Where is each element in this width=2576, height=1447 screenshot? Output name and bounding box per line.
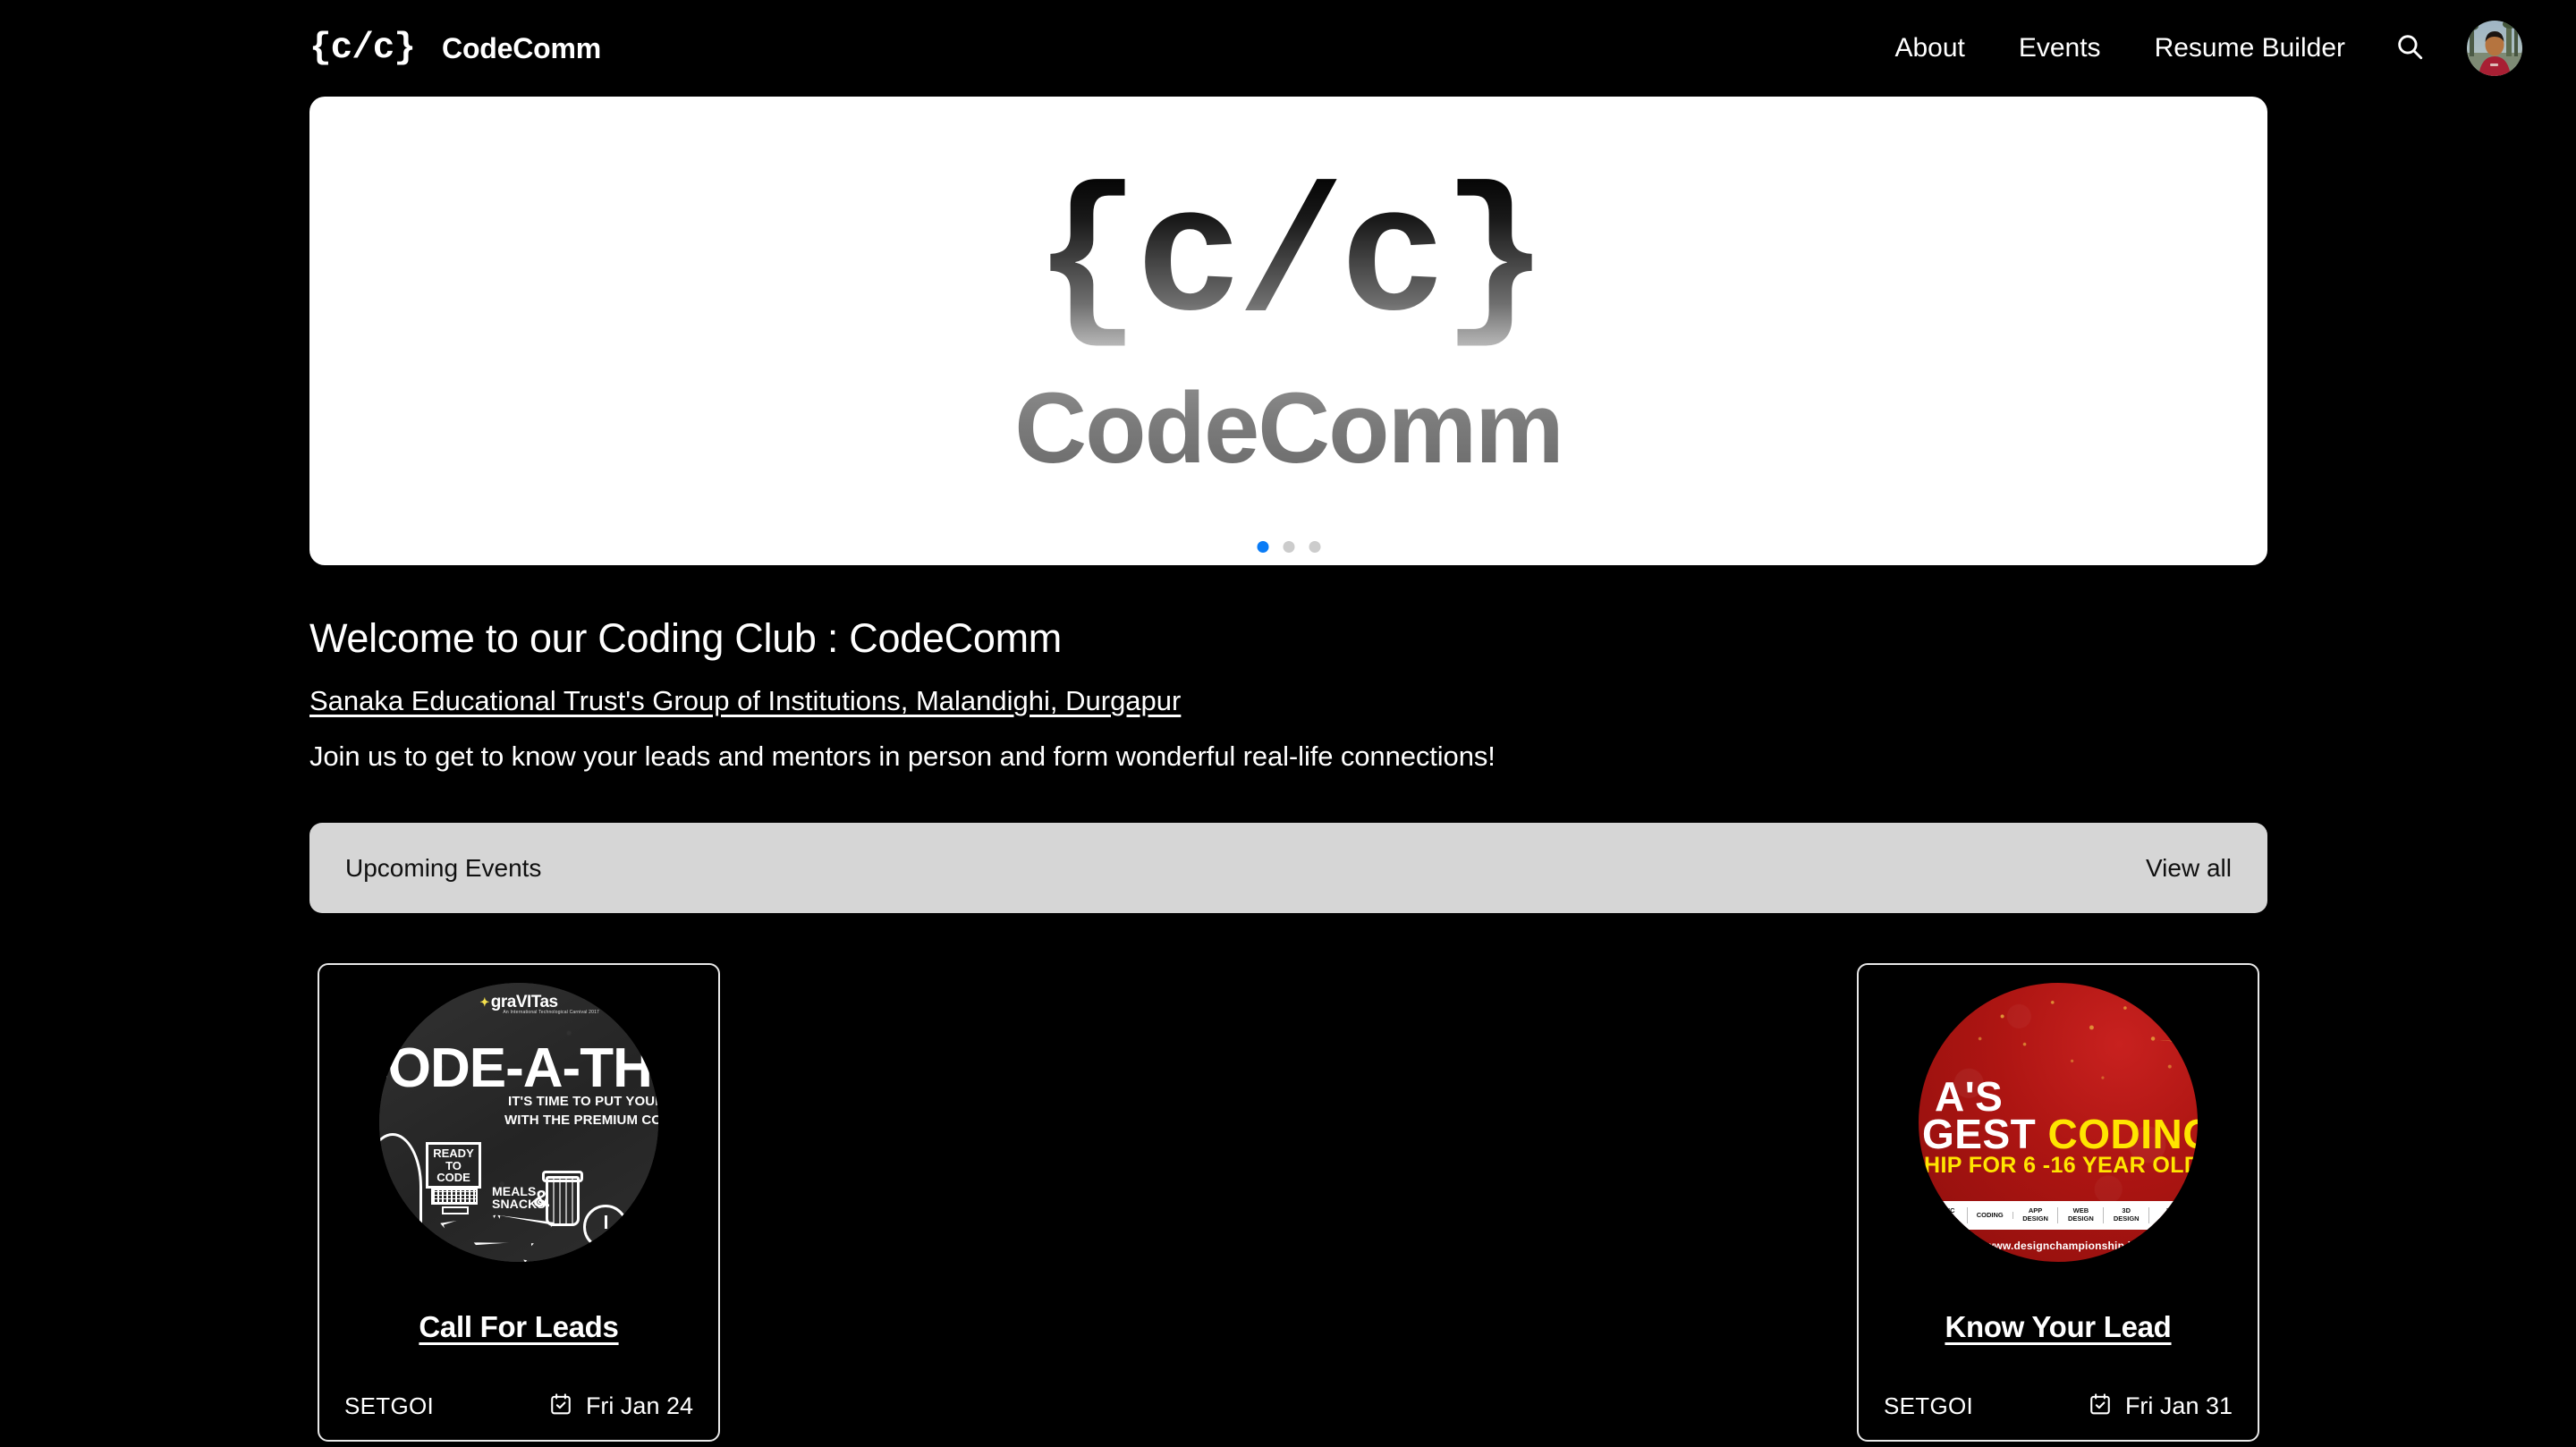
poster-category: CODING: [1968, 1211, 2013, 1220]
poster-brand-sub: An International Technological Carnival …: [503, 1010, 600, 1015]
hero-logo-text: {c/c}: [1033, 160, 1548, 364]
calendar-check-icon: [549, 1392, 572, 1420]
poster-line-2-yellow: CODING: [2047, 1111, 2198, 1157]
poster-laptop-text: READY TO CODE: [433, 1147, 474, 1185]
event-organization: SETGOI: [344, 1392, 435, 1419]
event-date: Fri Jan 31: [2124, 1392, 2233, 1419]
hero-carousel[interactable]: {c/c} CodeComm: [309, 97, 2267, 565]
institution-link[interactable]: Sanaka Educational Trust's Group of Inst…: [309, 685, 1181, 717]
poster-laptop-base: [442, 1206, 469, 1214]
upcoming-events-bar: Upcoming Events View all: [309, 823, 2267, 913]
poster-url: www.designchampionship.i: [1985, 1240, 2131, 1252]
poster-code-a-thon: ✦ graVITas An International Technologica…: [379, 983, 658, 1262]
event-card[interactable]: ✦ graVITas An International Technologica…: [318, 963, 720, 1442]
poster-subline-1: IT'S TIME TO PUT YOUR CODING SK: [508, 1094, 658, 1109]
poster-category: MO M: [2166, 1206, 2178, 1223]
carousel-dot-3[interactable]: [1309, 541, 1320, 553]
top-navbar: {c/c} CodeComm About Events Resume Build…: [0, 0, 2576, 97]
poster-category: APP DESIGN: [2013, 1206, 2059, 1223]
poster-keyboard-shape: [431, 1189, 478, 1205]
poster-category: 3D DESIGN: [2104, 1206, 2150, 1223]
nav-link-resume-builder[interactable]: Resume Builder: [2155, 33, 2345, 63]
poster-design-championship: A'S GEST CODING HIP FOR 6 -16 YEAR OLD K…: [1919, 983, 2198, 1262]
hero-slide: {c/c} CodeComm: [309, 97, 2267, 565]
nav-link-about[interactable]: About: [1894, 33, 1964, 63]
event-cards-row: ✦ graVITas An International Technologica…: [309, 963, 2267, 1442]
brand-home-link[interactable]: {c/c} CodeComm: [309, 30, 601, 67]
poster-line-2-white: GEST: [1922, 1111, 2048, 1157]
event-date-group: Fri Jan 31: [2089, 1392, 2233, 1420]
navbar-links: About Events Resume Builder: [1894, 33, 2345, 63]
poster-line-3: HIP FOR 6 -16 YEAR OLD KIDS: [1924, 1153, 2198, 1178]
brand-name-label: CodeComm: [442, 31, 601, 64]
poster-star-icon: ✦: [479, 995, 489, 1009]
poster-subline-2: WITH THE PREMIUM CODING EVENT: [504, 1113, 658, 1128]
search-button[interactable]: [2386, 25, 2433, 72]
event-date: Fri Jan 24: [585, 1392, 693, 1419]
carousel-dot-1[interactable]: [1257, 541, 1268, 553]
poster-coffee-cup-icon: [546, 1176, 580, 1226]
event-poster-image: A'S GEST CODING HIP FOR 6 -16 YEAR OLD K…: [1919, 983, 2198, 1262]
event-poster-image: ✦ graVITas An International Technologica…: [379, 983, 658, 1262]
poster-category-strip: APHIC GN CODING APP DESIGN WEB DESIGN 3D…: [1919, 1201, 2198, 1230]
carousel-dots: [1257, 541, 1320, 553]
avatar[interactable]: [2467, 21, 2522, 76]
upcoming-events-label: Upcoming Events: [345, 853, 542, 882]
event-date-group: Fri Jan 24: [549, 1392, 693, 1420]
carousel-dot-2[interactable]: [1283, 541, 1294, 553]
nav-link-events[interactable]: Events: [2019, 33, 2101, 63]
brand-logo-icon: {c/c}: [309, 27, 416, 69]
event-card-footer: SETGOI Fri Jan 31: [1878, 1392, 2238, 1420]
poster-clock-icon: [583, 1205, 628, 1249]
poster-brand-label: ✦ graVITas An International Technologica…: [479, 993, 598, 1015]
avatar-image: [2467, 21, 2522, 76]
event-title[interactable]: Know Your Lead: [1945, 1310, 2171, 1344]
event-title[interactable]: Call For Leads: [419, 1310, 619, 1344]
poster-category: APHIC GN: [1922, 1206, 1968, 1223]
view-all-link[interactable]: View all: [2146, 854, 2232, 883]
calendar-check-icon: [2089, 1392, 2112, 1420]
poster-headline: CODE-A-TH: [379, 1037, 653, 1099]
event-card-footer: SETGOI Fri Jan 24: [339, 1392, 699, 1420]
poster-line-2: GEST CODING: [1922, 1110, 2198, 1158]
poster-person-shape: [379, 1133, 422, 1240]
event-organization: SETGOI: [1884, 1392, 1974, 1419]
search-icon: [2394, 31, 2425, 66]
event-card[interactable]: A'S GEST CODING HIP FOR 6 -16 YEAR OLD K…: [1857, 963, 2259, 1442]
poster-category: WEB DESIGN: [2058, 1206, 2105, 1223]
main-content: Welcome to our Coding Club : CodeComm Sa…: [0, 615, 2576, 1442]
tagline-text: Join us to get to know your leads and me…: [309, 740, 1496, 772]
hero-title-text: CodeComm: [1014, 372, 1563, 485]
page-title: Welcome to our Coding Club : CodeComm: [309, 615, 1062, 661]
